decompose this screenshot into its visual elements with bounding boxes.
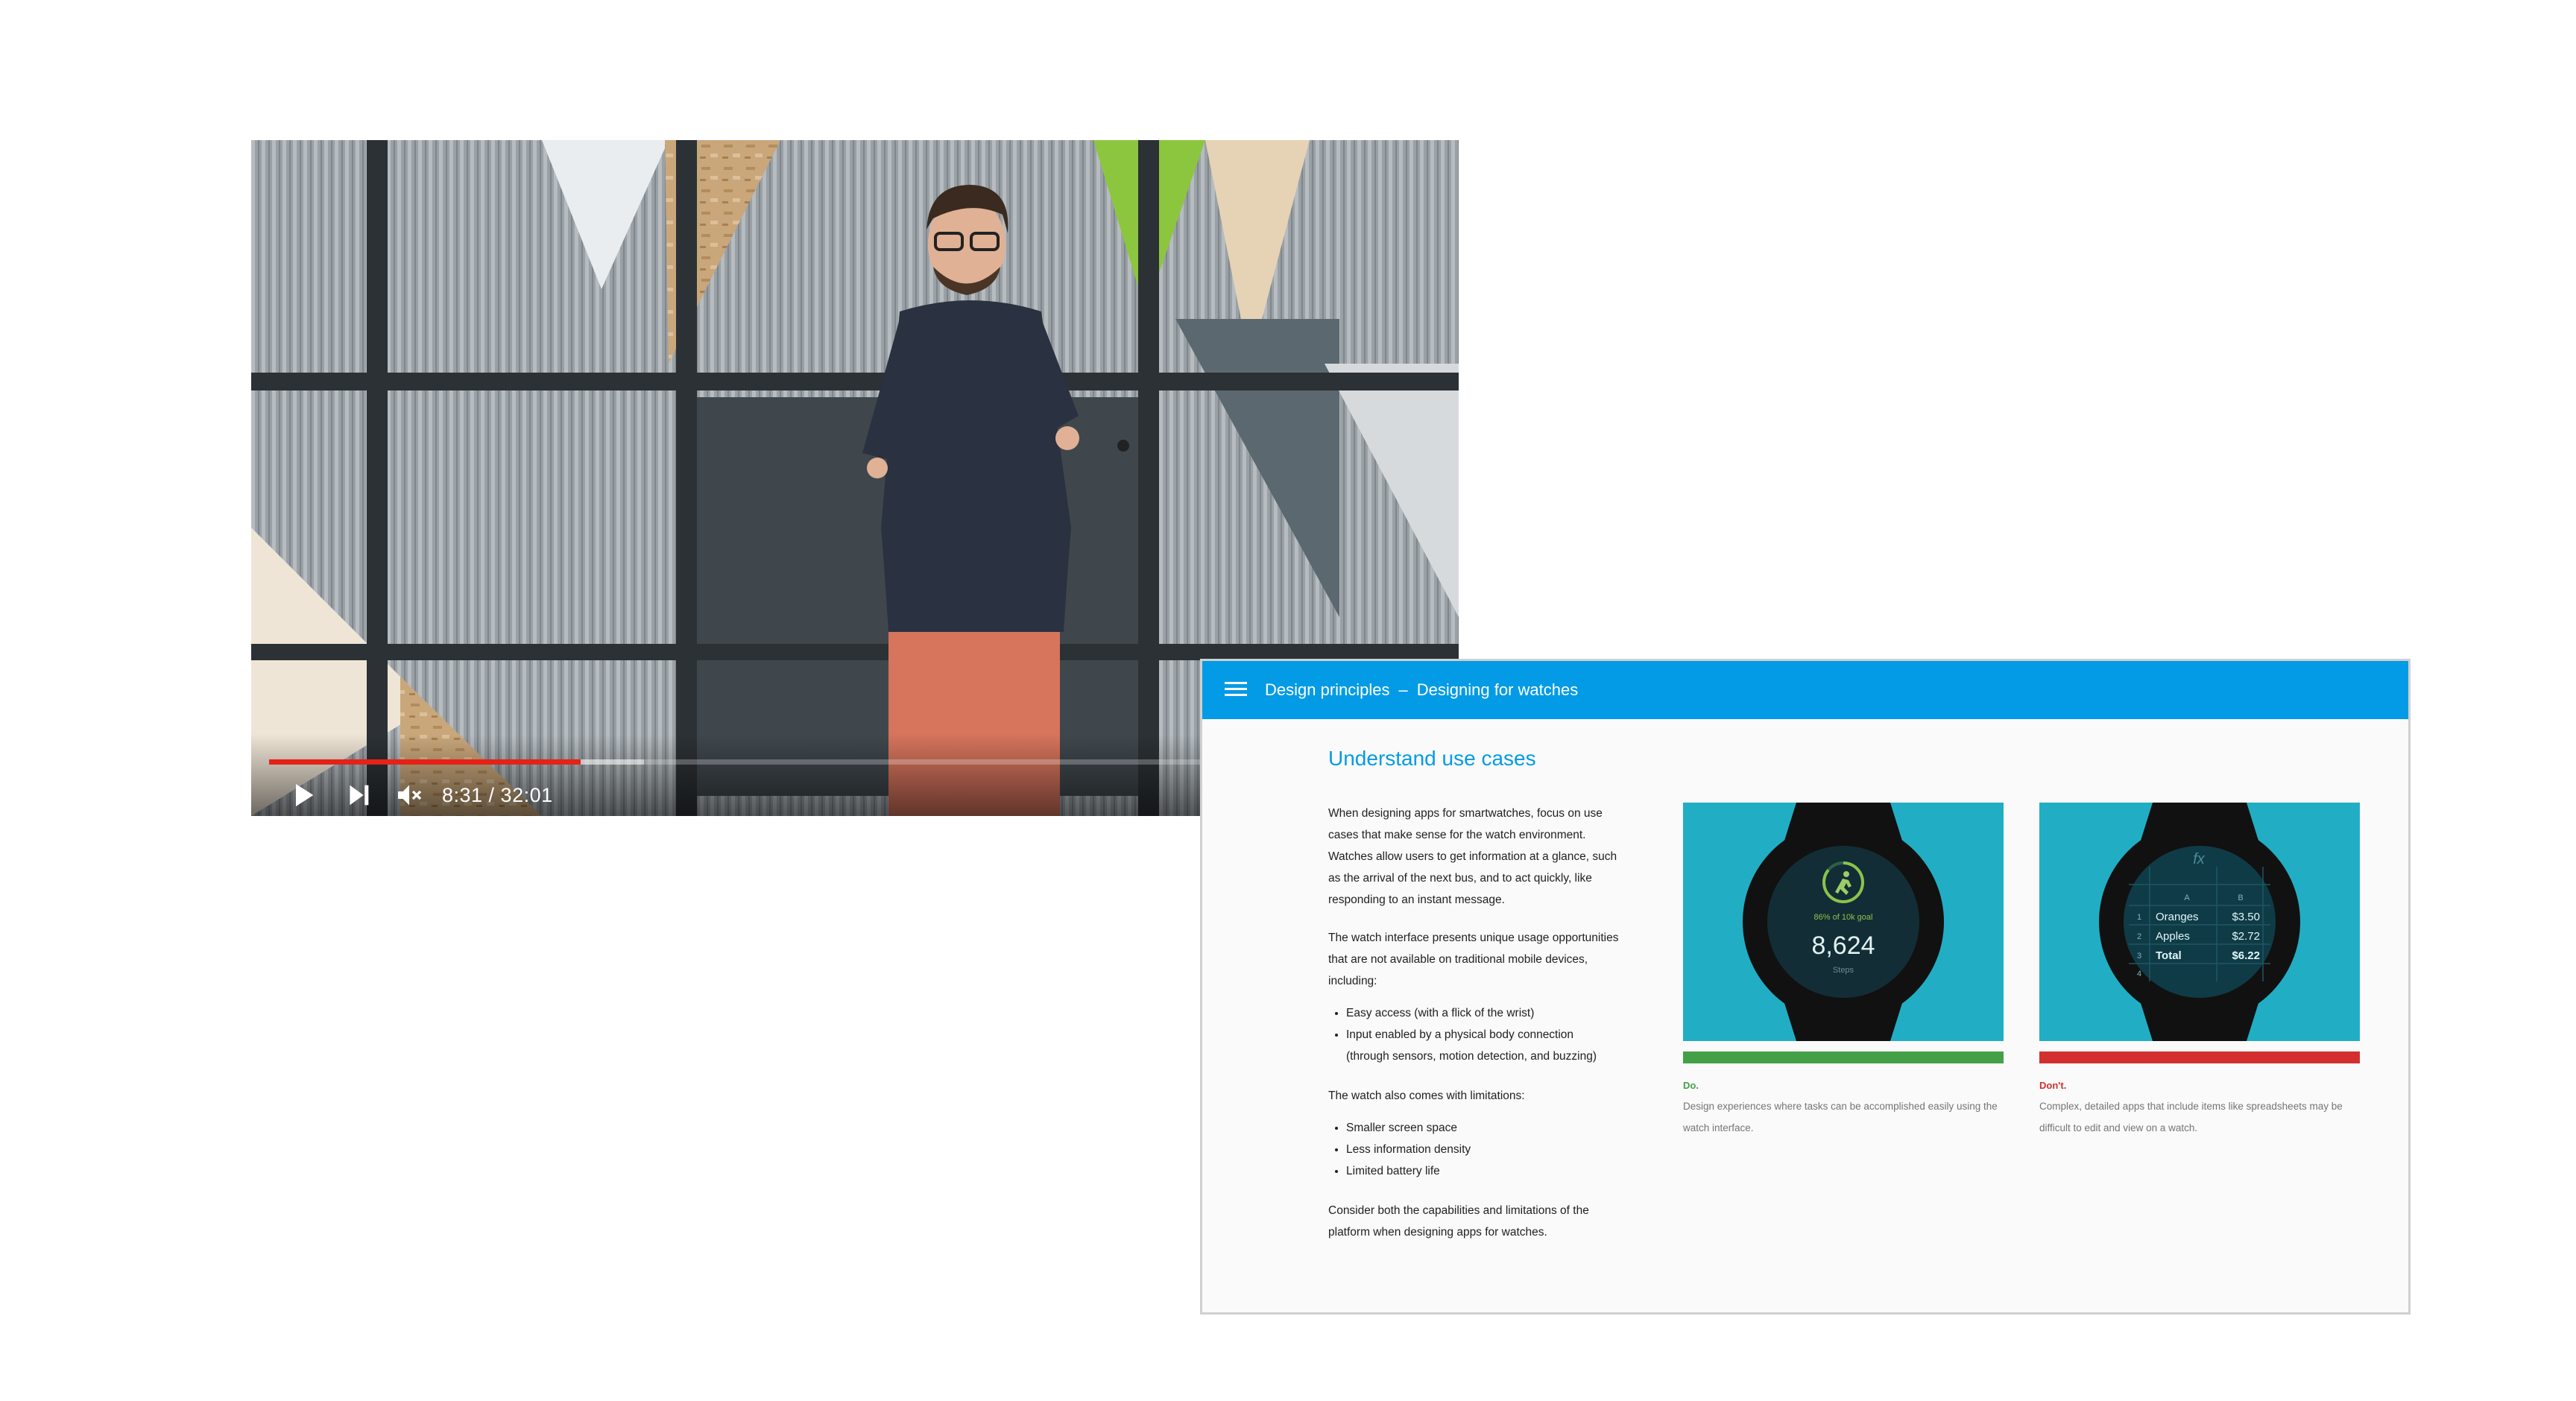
spreadsheet-cell: $2.72 bbox=[2232, 930, 2260, 943]
spreadsheet-cell: Oranges bbox=[2156, 911, 2199, 923]
breadcrumb-separator: – bbox=[1398, 680, 1408, 699]
mute-button[interactable] bbox=[394, 780, 424, 810]
spreadsheet-cell: $3.50 bbox=[2232, 911, 2260, 923]
row-number: 3 bbox=[2137, 952, 2141, 961]
hamburger-menu-icon bbox=[1225, 682, 1247, 696]
breadcrumb-section[interactable]: Design principles bbox=[1265, 680, 1390, 699]
column-header: A bbox=[2184, 894, 2190, 902]
list-item: Smaller screen space bbox=[1346, 1117, 1619, 1139]
do-card: 86% of 10k goal 8,624 Steps Do. Design e… bbox=[1683, 803, 2004, 1139]
guidelines-page: Design principles – Designing for watches … bbox=[1200, 659, 2411, 1315]
dont-label: Don't. bbox=[2039, 1080, 2067, 1091]
body-text: When designing apps for smartwatches, fo… bbox=[1328, 803, 1619, 1259]
limitations-intro: The watch also comes with limitations: bbox=[1328, 1090, 1525, 1102]
progress-played bbox=[269, 759, 581, 765]
column-header: B bbox=[2238, 894, 2243, 902]
do-indicator-bar bbox=[1683, 1051, 2004, 1063]
breadcrumb: Design principles – Designing for watches bbox=[1265, 661, 1578, 719]
do-label: Do. bbox=[1683, 1080, 1699, 1091]
steps-label: Steps bbox=[1833, 966, 1854, 975]
video-time: 8:31 / 32:01 bbox=[442, 784, 553, 806]
dont-indicator-bar bbox=[2039, 1051, 2360, 1063]
row-number: 2 bbox=[2137, 932, 2141, 941]
app-bar: Design principles – Designing for watches bbox=[1202, 661, 2408, 719]
volume-muted-icon bbox=[398, 785, 422, 806]
opportunities-intro: The watch interface presents unique usag… bbox=[1328, 932, 1619, 987]
menu-button[interactable] bbox=[1225, 679, 1247, 701]
next-button[interactable] bbox=[344, 780, 373, 810]
spreadsheet-cell: Total bbox=[2156, 949, 2182, 962]
play-button[interactable] bbox=[288, 780, 318, 810]
row-number: 1 bbox=[2137, 913, 2141, 922]
steps-value: 8,624 bbox=[1811, 932, 1875, 960]
spreadsheet-cell: $6.22 bbox=[2232, 949, 2260, 962]
list-item: Limited battery life bbox=[1346, 1160, 1619, 1182]
skip-next-icon bbox=[350, 785, 369, 806]
list-item: Less information density bbox=[1346, 1139, 1619, 1160]
intro-paragraph: When designing apps for smartwatches, fo… bbox=[1328, 807, 1617, 906]
dont-card: fx A B 1 Oranges $3.50 2 Apples $2.72 3 … bbox=[2039, 803, 2360, 1139]
play-icon bbox=[296, 784, 314, 806]
row-number: 4 bbox=[2137, 970, 2141, 978]
conclusion-paragraph: Consider both the capabilities and limit… bbox=[1328, 1204, 1589, 1239]
list-item: Easy access (with a flick of the wrist) bbox=[1346, 1002, 1619, 1024]
dont-watch-image: fx A B 1 Oranges $3.50 2 Apples $2.72 3 … bbox=[2039, 803, 2360, 1041]
limitations-list: Smaller screen space Less information de… bbox=[1328, 1117, 1619, 1182]
do-watch-image: 86% of 10k goal 8,624 Steps bbox=[1683, 803, 2004, 1041]
list-item: Input enabled by a physical body connect… bbox=[1346, 1024, 1619, 1067]
spreadsheet-cell: Apples bbox=[2156, 930, 2190, 943]
goal-text: 86% of 10k goal bbox=[1814, 913, 1873, 922]
dont-caption: Complex, detailed apps that include item… bbox=[2039, 1101, 2343, 1133]
section-heading: Understand use cases bbox=[1328, 747, 1536, 770]
formula-icon: fx bbox=[2193, 851, 2206, 867]
breadcrumb-page: Designing for watches bbox=[1416, 680, 1579, 699]
do-caption: Design experiences where tasks can be ac… bbox=[1683, 1101, 1998, 1133]
opportunities-list: Easy access (with a flick of the wrist) … bbox=[1328, 1002, 1619, 1067]
